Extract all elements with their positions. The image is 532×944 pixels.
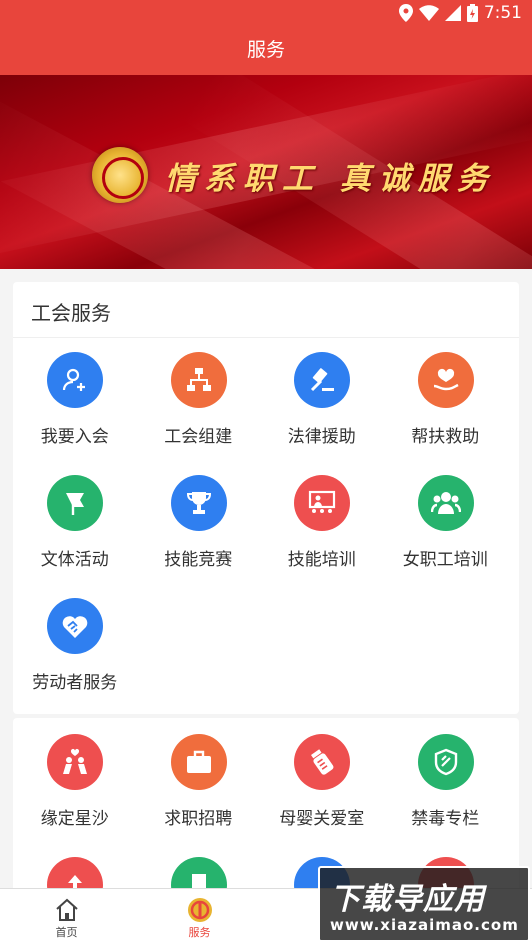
nav-services[interactable]: 服务 xyxy=(133,889,266,944)
trophy-icon xyxy=(170,475,227,531)
training-board-icon xyxy=(294,475,350,531)
flag-icon xyxy=(47,475,103,531)
service-skill-contest[interactable]: 技能竞赛 xyxy=(137,461,261,584)
nav-label: 服务 xyxy=(188,926,211,939)
service-legal-aid[interactable]: 法律援助 xyxy=(260,338,384,461)
service-grid: 我要入会 工会组建 法律援助 帮扶救助 文体活动 技能竞赛 技能培训 女职工培训… xyxy=(13,338,519,707)
service-label: 禁毒专栏 xyxy=(411,809,480,829)
org-chart-icon xyxy=(170,352,227,408)
banner[interactable]: 情系职工 真诚服务 xyxy=(0,75,532,269)
banner-slogan: 情系职工 真诚服务 xyxy=(165,161,496,197)
service-matchmaking[interactable]: 缘定星沙 xyxy=(13,720,137,843)
baby-bottle-icon xyxy=(294,734,350,790)
service-label: 法律援助 xyxy=(287,427,356,447)
service-label: 我要入会 xyxy=(40,427,109,447)
service-label: 文体活动 xyxy=(40,550,109,570)
service-skill-training[interactable]: 技能培训 xyxy=(260,461,384,584)
service-join-union[interactable]: 我要入会 xyxy=(13,338,137,461)
service-union-setup[interactable]: 工会组建 xyxy=(137,338,261,461)
watermark: 下载导应用 www.xiazaimao.com xyxy=(318,866,530,942)
service-women-training[interactable]: 女职工培训 xyxy=(384,461,508,584)
service-label: 帮扶救助 xyxy=(411,427,480,447)
handshake-heart-icon xyxy=(47,598,103,654)
status-icons: 7:51 xyxy=(398,3,522,23)
status-time: 7:51 xyxy=(483,3,522,23)
couple-icon xyxy=(47,734,103,790)
nav-home[interactable]: 首页 xyxy=(0,889,133,944)
title-bar: 服务 xyxy=(0,28,532,75)
wifi-icon xyxy=(418,5,439,21)
women-group-icon xyxy=(417,475,474,531)
signal-icon xyxy=(444,5,461,21)
watermark-url: www.xiazaimao.com xyxy=(330,916,519,934)
watermark-title: 下载导应用 xyxy=(330,882,485,917)
service-label: 缘定星沙 xyxy=(40,809,109,829)
service-label: 技能竞赛 xyxy=(164,550,233,570)
service-label: 技能培训 xyxy=(287,550,356,570)
service-sports-culture[interactable]: 文体活动 xyxy=(13,461,137,584)
shield-icon xyxy=(417,734,474,790)
briefcase-icon xyxy=(170,734,227,790)
battery-icon xyxy=(466,4,478,22)
union-emblem-icon xyxy=(188,898,212,922)
service-label: 求职招聘 xyxy=(164,809,233,829)
gavel-icon xyxy=(294,352,350,408)
page-title: 服务 xyxy=(246,39,285,61)
service-anti-drug[interactable]: 禁毒专栏 xyxy=(384,720,508,843)
service-label: 劳动者服务 xyxy=(32,673,118,693)
status-bar: 7:51 xyxy=(0,0,532,28)
service-relief-aid[interactable]: 帮扶救助 xyxy=(384,338,508,461)
section-title: 工会服务 xyxy=(13,282,519,338)
location-icon xyxy=(398,4,413,22)
union-services-card: 工会服务 我要入会 工会组建 法律援助 帮扶救助 文体活动 技能竞赛 技能培训 … xyxy=(13,282,519,714)
service-mother-baby-room[interactable]: 母婴关爱室 xyxy=(260,720,384,843)
union-emblem-logo xyxy=(92,147,148,203)
nav-label: 首页 xyxy=(55,926,78,939)
service-label: 工会组建 xyxy=(164,427,233,447)
service-job-recruitment[interactable]: 求职招聘 xyxy=(137,720,261,843)
service-label: 女职工培训 xyxy=(402,550,488,570)
service-worker-services[interactable]: 劳动者服务 xyxy=(13,584,137,707)
heart-hand-icon xyxy=(417,352,474,408)
home-icon xyxy=(56,898,78,921)
service-label: 母婴关爱室 xyxy=(279,809,365,829)
user-add-icon xyxy=(47,352,103,408)
